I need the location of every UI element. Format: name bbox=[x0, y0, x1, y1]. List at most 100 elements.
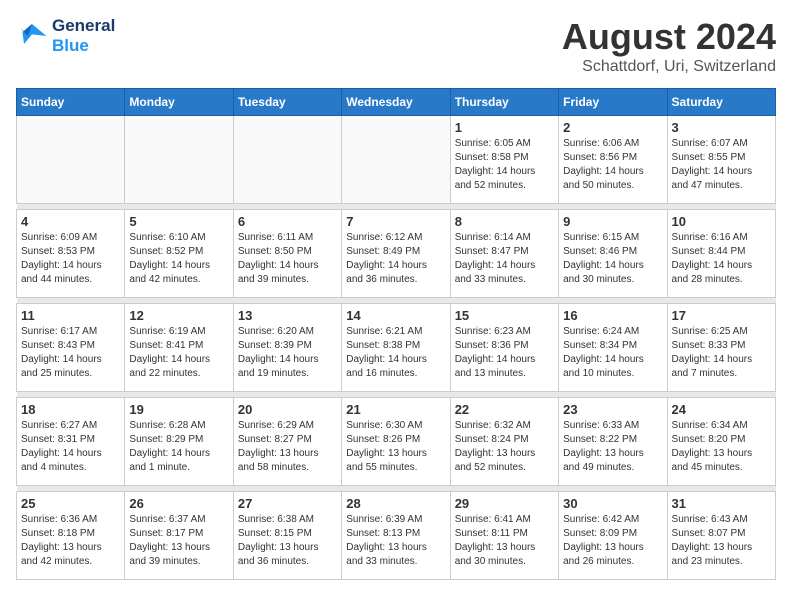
day-number: 18 bbox=[21, 402, 120, 417]
day-number: 10 bbox=[672, 214, 771, 229]
day-number: 24 bbox=[672, 402, 771, 417]
calendar-cell: 5 Sunrise: 6:10 AM Sunset: 8:52 PM Daylig… bbox=[125, 210, 233, 298]
day-number: 25 bbox=[21, 496, 120, 511]
calendar-cell: 20 Sunrise: 6:29 AM Sunset: 8:27 PM Dayli… bbox=[233, 398, 341, 486]
day-info: Sunrise: 6:36 AM Sunset: 8:18 PM Dayligh… bbox=[21, 513, 120, 569]
day-number: 14 bbox=[346, 308, 445, 323]
calendar-table: SundayMondayTuesdayWednesdayThursdayFrid… bbox=[16, 88, 776, 580]
weekday-header-friday: Friday bbox=[559, 89, 667, 116]
day-number: 30 bbox=[563, 496, 662, 511]
day-info: Sunrise: 6:10 AM Sunset: 8:52 PM Dayligh… bbox=[129, 231, 228, 287]
calendar-cell: 2 Sunrise: 6:06 AM Sunset: 8:56 PM Daylig… bbox=[559, 116, 667, 204]
calendar-cell: 6 Sunrise: 6:11 AM Sunset: 8:50 PM Daylig… bbox=[233, 210, 341, 298]
day-info: Sunrise: 6:06 AM Sunset: 8:56 PM Dayligh… bbox=[563, 137, 662, 193]
calendar-cell: 18 Sunrise: 6:27 AM Sunset: 8:31 PM Dayli… bbox=[17, 398, 125, 486]
calendar-week-1: 1 Sunrise: 6:05 AM Sunset: 8:58 PM Daylig… bbox=[17, 116, 776, 204]
logo-icon bbox=[16, 20, 48, 52]
calendar-cell: 4Sunrise: 6:09 AM Sunset: 8:53 PM Daylig… bbox=[17, 210, 125, 298]
day-number: 16 bbox=[563, 308, 662, 323]
weekday-header-monday: Monday bbox=[125, 89, 233, 116]
calendar-cell: 1 Sunrise: 6:05 AM Sunset: 8:58 PM Daylig… bbox=[450, 116, 558, 204]
calendar-cell: 24 Sunrise: 6:34 AM Sunset: 8:20 PM Dayli… bbox=[667, 398, 775, 486]
day-number: 29 bbox=[455, 496, 554, 511]
calendar-week-3: 11 Sunrise: 6:17 AM Sunset: 8:43 PM Dayli… bbox=[17, 304, 776, 392]
day-info: Sunrise: 6:28 AM Sunset: 8:29 PM Dayligh… bbox=[129, 419, 228, 475]
day-info: Sunrise: 6:14 AM Sunset: 8:47 PM Dayligh… bbox=[455, 231, 554, 287]
day-info: Sunrise: 6:15 AM Sunset: 8:46 PM Dayligh… bbox=[563, 231, 662, 287]
calendar-cell bbox=[233, 116, 341, 204]
day-info: Sunrise: 6:17 AM Sunset: 8:43 PM Dayligh… bbox=[21, 325, 120, 381]
day-info: Sunrise: 6:07 AM Sunset: 8:55 PM Dayligh… bbox=[672, 137, 771, 193]
day-number: 26 bbox=[129, 496, 228, 511]
day-info: Sunrise: 6:33 AM Sunset: 8:22 PM Dayligh… bbox=[563, 419, 662, 475]
calendar-cell: 13Sunrise: 6:20 AM Sunset: 8:39 PM Dayli… bbox=[233, 304, 341, 392]
day-number: 12 bbox=[129, 308, 228, 323]
day-number: 22 bbox=[455, 402, 554, 417]
calendar-week-4: 18 Sunrise: 6:27 AM Sunset: 8:31 PM Dayli… bbox=[17, 398, 776, 486]
day-info: Sunrise: 6:41 AM Sunset: 8:11 PM Dayligh… bbox=[455, 513, 554, 569]
day-number: 21 bbox=[346, 402, 445, 417]
calendar-cell: 7 Sunrise: 6:12 AM Sunset: 8:49 PM Daylig… bbox=[342, 210, 450, 298]
day-number: 31 bbox=[672, 496, 771, 511]
calendar-cell: 22 Sunrise: 6:32 AM Sunset: 8:24 PM Dayli… bbox=[450, 398, 558, 486]
day-number: 15 bbox=[455, 308, 554, 323]
calendar-cell: 31 Sunrise: 6:43 AM Sunset: 8:07 PM Dayli… bbox=[667, 492, 775, 580]
day-info: Sunrise: 6:11 AM Sunset: 8:50 PM Dayligh… bbox=[238, 231, 337, 287]
day-number: 27 bbox=[238, 496, 337, 511]
calendar-cell: 23 Sunrise: 6:33 AM Sunset: 8:22 PM Dayli… bbox=[559, 398, 667, 486]
day-number: 28 bbox=[346, 496, 445, 511]
day-info: Sunrise: 6:24 AM Sunset: 8:34 PM Dayligh… bbox=[563, 325, 662, 381]
day-number: 1 bbox=[455, 120, 554, 135]
day-number: 7 bbox=[346, 214, 445, 229]
day-info: Sunrise: 6:27 AM Sunset: 8:31 PM Dayligh… bbox=[21, 419, 120, 475]
calendar-cell bbox=[17, 116, 125, 204]
day-number: 2 bbox=[563, 120, 662, 135]
day-info: Sunrise: 6:34 AM Sunset: 8:20 PM Dayligh… bbox=[672, 419, 771, 475]
weekday-header-saturday: Saturday bbox=[667, 89, 775, 116]
calendar-cell: 17Sunrise: 6:25 AM Sunset: 8:33 PM Dayli… bbox=[667, 304, 775, 392]
day-info: Sunrise: 6:43 AM Sunset: 8:07 PM Dayligh… bbox=[672, 513, 771, 569]
calendar-cell: 30Sunrise: 6:42 AM Sunset: 8:09 PM Dayli… bbox=[559, 492, 667, 580]
logo-text: General Blue bbox=[52, 16, 115, 57]
weekday-header-thursday: Thursday bbox=[450, 89, 558, 116]
day-number: 6 bbox=[238, 214, 337, 229]
calendar-cell: 27 Sunrise: 6:38 AM Sunset: 8:15 PM Dayli… bbox=[233, 492, 341, 580]
day-number: 20 bbox=[238, 402, 337, 417]
calendar-cell: 12Sunrise: 6:19 AM Sunset: 8:41 PM Dayli… bbox=[125, 304, 233, 392]
calendar-cell: 10Sunrise: 6:16 AM Sunset: 8:44 PM Dayli… bbox=[667, 210, 775, 298]
calendar-cell bbox=[342, 116, 450, 204]
day-number: 23 bbox=[563, 402, 662, 417]
title-block: August 2024 Schattdorf, Uri, Switzerland bbox=[562, 16, 776, 76]
day-info: Sunrise: 6:29 AM Sunset: 8:27 PM Dayligh… bbox=[238, 419, 337, 475]
day-number: 8 bbox=[455, 214, 554, 229]
day-info: Sunrise: 6:23 AM Sunset: 8:36 PM Dayligh… bbox=[455, 325, 554, 381]
day-number: 11 bbox=[21, 308, 120, 323]
calendar-cell: 3Sunrise: 6:07 AM Sunset: 8:55 PM Daylig… bbox=[667, 116, 775, 204]
day-number: 13 bbox=[238, 308, 337, 323]
day-info: Sunrise: 6:32 AM Sunset: 8:24 PM Dayligh… bbox=[455, 419, 554, 475]
day-number: 9 bbox=[563, 214, 662, 229]
day-info: Sunrise: 6:21 AM Sunset: 8:38 PM Dayligh… bbox=[346, 325, 445, 381]
calendar-cell: 8 Sunrise: 6:14 AM Sunset: 8:47 PM Daylig… bbox=[450, 210, 558, 298]
day-info: Sunrise: 6:12 AM Sunset: 8:49 PM Dayligh… bbox=[346, 231, 445, 287]
day-info: Sunrise: 6:38 AM Sunset: 8:15 PM Dayligh… bbox=[238, 513, 337, 569]
calendar-cell: 15 Sunrise: 6:23 AM Sunset: 8:36 PM Dayli… bbox=[450, 304, 558, 392]
calendar-week-2: 4Sunrise: 6:09 AM Sunset: 8:53 PM Daylig… bbox=[17, 210, 776, 298]
day-info: Sunrise: 6:39 AM Sunset: 8:13 PM Dayligh… bbox=[346, 513, 445, 569]
day-info: Sunrise: 6:09 AM Sunset: 8:53 PM Dayligh… bbox=[21, 231, 120, 287]
calendar-cell: 25 Sunrise: 6:36 AM Sunset: 8:18 PM Dayli… bbox=[17, 492, 125, 580]
weekday-header-wednesday: Wednesday bbox=[342, 89, 450, 116]
calendar-cell: 21 Sunrise: 6:30 AM Sunset: 8:26 PM Dayli… bbox=[342, 398, 450, 486]
weekday-header-tuesday: Tuesday bbox=[233, 89, 341, 116]
logo: General Blue bbox=[16, 16, 115, 57]
day-info: Sunrise: 6:05 AM Sunset: 8:58 PM Dayligh… bbox=[455, 137, 554, 193]
day-number: 5 bbox=[129, 214, 228, 229]
calendar-cell: 26Sunrise: 6:37 AM Sunset: 8:17 PM Dayli… bbox=[125, 492, 233, 580]
day-info: Sunrise: 6:30 AM Sunset: 8:26 PM Dayligh… bbox=[346, 419, 445, 475]
calendar-cell: 29 Sunrise: 6:41 AM Sunset: 8:11 PM Dayli… bbox=[450, 492, 558, 580]
calendar-cell bbox=[125, 116, 233, 204]
calendar-cell: 9 Sunrise: 6:15 AM Sunset: 8:46 PM Daylig… bbox=[559, 210, 667, 298]
calendar-cell: 19Sunrise: 6:28 AM Sunset: 8:29 PM Dayli… bbox=[125, 398, 233, 486]
location-subtitle: Schattdorf, Uri, Switzerland bbox=[562, 58, 776, 76]
calendar-week-5: 25 Sunrise: 6:36 AM Sunset: 8:18 PM Dayli… bbox=[17, 492, 776, 580]
